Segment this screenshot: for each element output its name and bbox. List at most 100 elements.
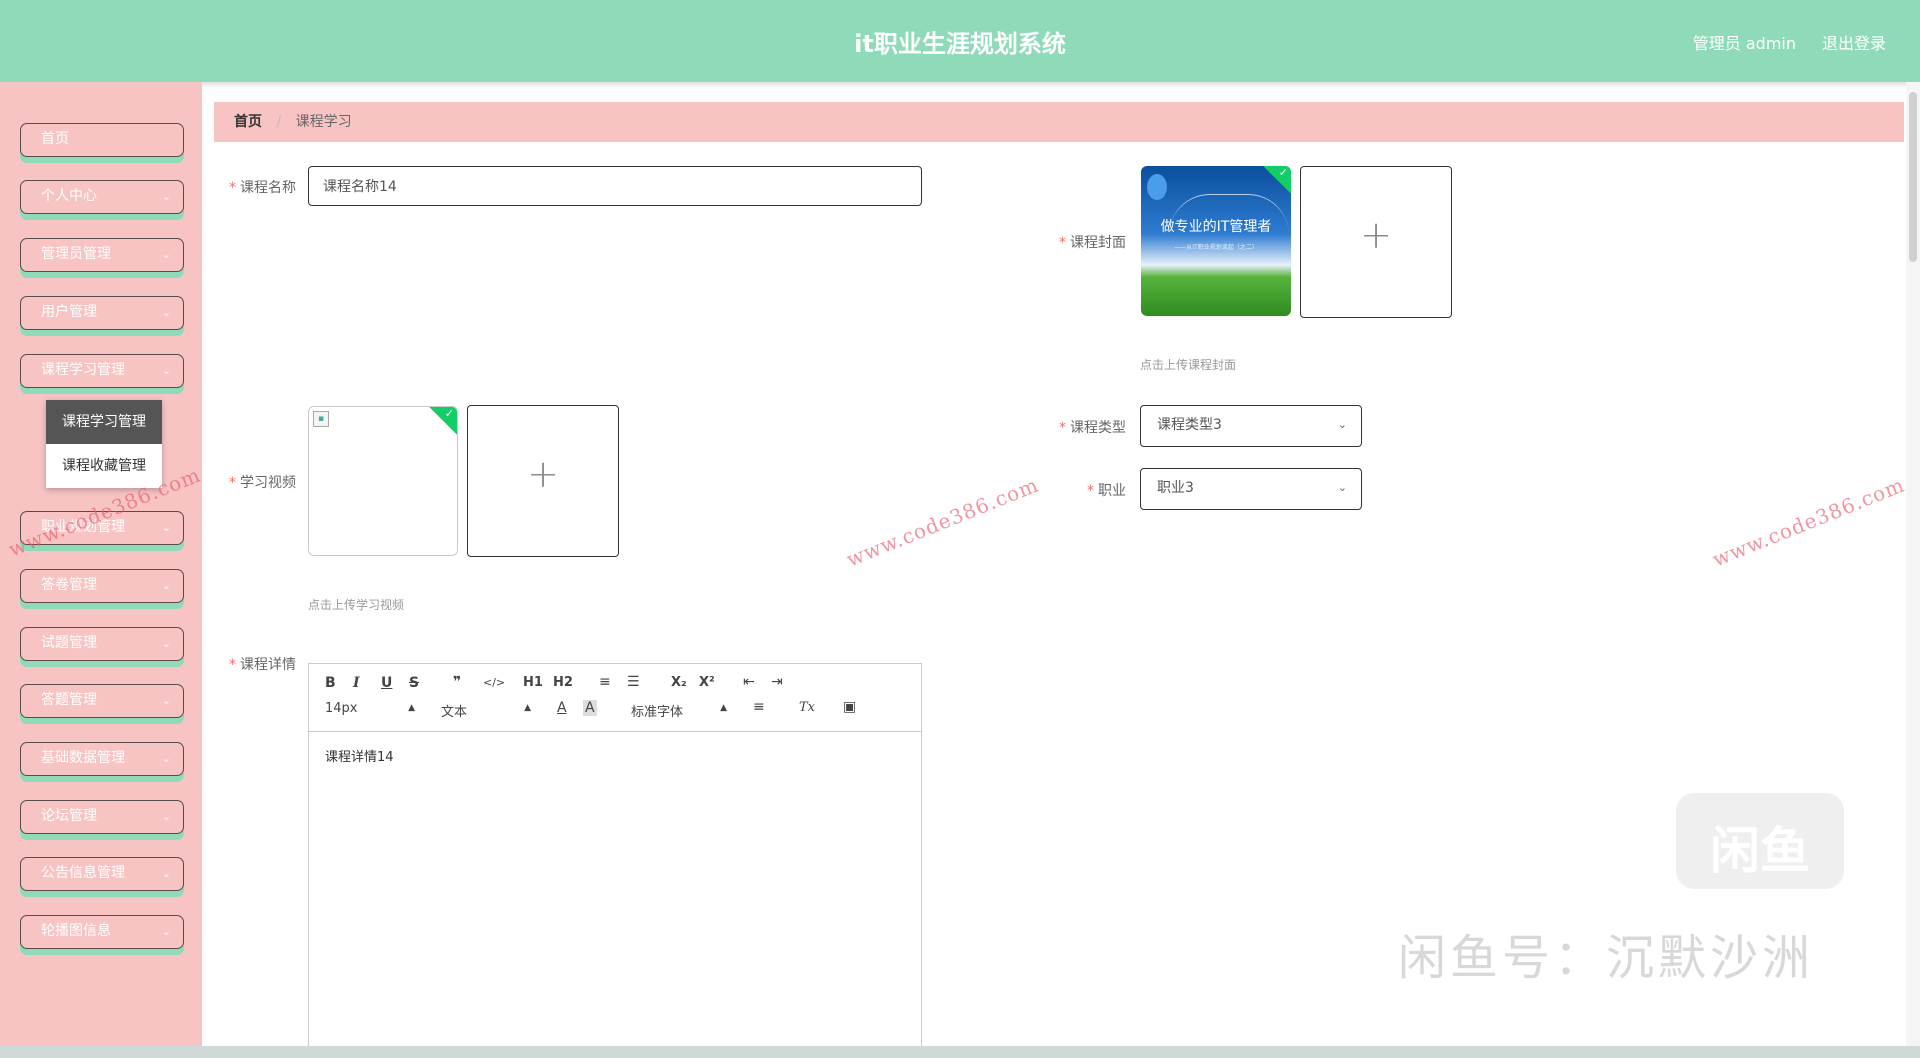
logout-link[interactable]: 退出登录 xyxy=(1822,30,1886,54)
strike-button[interactable]: S xyxy=(409,675,419,691)
indent-increase-icon[interactable]: ⇥ xyxy=(771,674,783,690)
sidebar-item-label: 课程学习管理 xyxy=(41,362,125,378)
cover-upload-hint: 点击上传课程封面 xyxy=(1140,358,1237,372)
superscript-button[interactable]: X² xyxy=(699,675,715,690)
background-color-icon[interactable]: A xyxy=(583,700,597,716)
course-type-label: * 课程类型 xyxy=(1059,420,1126,436)
bullet-list-icon[interactable]: ☰ xyxy=(627,674,640,690)
sidebar-item-questions[interactable]: 试题管理 ⌄ xyxy=(20,627,184,661)
chevron-down-icon: ⌄ xyxy=(1337,481,1347,494)
indent-decrease-icon[interactable]: ⇤ xyxy=(743,674,755,690)
submenu-item-course-study-manage[interactable]: 课程学习管理 xyxy=(46,400,162,444)
sidebar-item-answers[interactable]: 答题管理 ⌄ xyxy=(20,684,184,718)
sidebar-item-label: 基础数据管理 xyxy=(41,750,125,766)
page-scrollbar[interactable] xyxy=(1906,82,1920,1046)
sidebar-item-label: 答题管理 xyxy=(41,692,97,708)
course-type-value: 课程类型3 xyxy=(1157,417,1222,433)
required-mark: * xyxy=(229,657,236,673)
app-title: it职业生涯规划系统 xyxy=(854,30,1066,58)
ordered-list-icon[interactable]: ≡ xyxy=(599,674,611,690)
career-select[interactable]: 职业3 ⌄ xyxy=(1140,468,1362,510)
sidebar-item-notices[interactable]: 公告信息管理 ⌄ xyxy=(20,857,184,891)
plus-icon: + xyxy=(527,452,559,496)
clean-format-icon[interactable]: Tx xyxy=(799,700,815,715)
scrollbar-thumb[interactable] xyxy=(1909,92,1917,262)
editor-content[interactable]: 课程详情14 xyxy=(325,746,394,765)
sidebar: 首页 个人中心 ⌄ 管理员管理 ⌄ 用户管理 ⌄ 课程学习管理 ⌄ 职业规划管理… xyxy=(0,82,202,1046)
breadcrumb-home[interactable]: 首页 xyxy=(234,114,262,130)
editor-toolbar: B I U S ❞ </> H1 H2 ≡ ☰ X₂ X² ⇤ ⇥ 14px ▲… xyxy=(309,664,921,732)
sidebar-item-answer-sheet[interactable]: 答卷管理 ⌄ xyxy=(20,569,184,603)
chevron-down-icon: ⌄ xyxy=(1337,418,1347,431)
chevron-down-icon: ⌄ xyxy=(161,867,171,880)
plus-icon: + xyxy=(1360,213,1392,257)
cover-upload-button[interactable]: + xyxy=(1300,166,1452,318)
underline-button[interactable]: U xyxy=(381,675,392,691)
heading2-button[interactable]: H2 xyxy=(553,675,573,690)
os-taskbar xyxy=(0,1046,1920,1058)
font-color-icon[interactable]: A xyxy=(557,700,567,716)
required-mark: * xyxy=(1059,420,1066,436)
submenu-item-course-favorites[interactable]: 课程收藏管理 xyxy=(46,444,162,488)
sidebar-item-label: 管理员管理 xyxy=(41,246,111,262)
breadcrumb: 首页 / 课程学习 xyxy=(214,102,1904,142)
chevron-down-icon: ⌄ xyxy=(161,248,171,261)
required-mark: * xyxy=(1059,235,1066,251)
image-icon[interactable]: ▣ xyxy=(843,699,856,715)
align-icon[interactable]: ≡ xyxy=(753,699,765,715)
header-picker[interactable]: 文本 ▲︎ xyxy=(441,701,531,720)
blockquote-icon[interactable]: ❞ xyxy=(453,674,461,690)
code-block-icon[interactable]: </> xyxy=(483,676,505,689)
cover-image-title: 做专业的IT管理者 xyxy=(1160,219,1272,235)
sidebar-item-label: 首页 xyxy=(41,131,69,147)
font-family-picker[interactable]: 标准字体 ▲︎ xyxy=(631,701,727,720)
font-size-picker[interactable]: 14px ▲︎ xyxy=(325,701,415,716)
chevron-down-icon: ⌄ xyxy=(161,579,171,592)
sidebar-item-admin[interactable]: 管理员管理 ⌄ xyxy=(20,238,184,272)
upload-success-check-icon: ✓ xyxy=(429,407,457,435)
breadcrumb-current: 课程学习 xyxy=(295,114,352,130)
video-upload-button[interactable]: + xyxy=(467,405,619,557)
rich-text-editor[interactable]: B I U S ❞ </> H1 H2 ≡ ☰ X₂ X² ⇤ ⇥ 14px ▲… xyxy=(308,663,922,1058)
course-detail-label: * 课程详情 xyxy=(229,657,296,673)
study-video-thumbnail[interactable]: ▪ ✓ xyxy=(308,406,458,556)
required-mark: * xyxy=(229,180,236,196)
course-cover-thumbnail[interactable]: 做专业的IT管理者 ——从IT职业规划谈起（之二） ✓ xyxy=(1141,166,1291,316)
chevron-down-icon: ⌄ xyxy=(161,752,171,765)
broken-image-icon: ▪ xyxy=(313,411,329,427)
italic-button[interactable]: I xyxy=(353,675,360,691)
cover-image-subtitle: ——从IT职业规划谈起（之二） xyxy=(1174,244,1258,251)
sidebar-item-label: 个人中心 xyxy=(41,188,97,204)
bold-button[interactable]: B xyxy=(325,675,336,691)
sidebar-item-label: 试题管理 xyxy=(41,635,97,651)
sidebar-item-forum[interactable]: 论坛管理 ⌄ xyxy=(20,800,184,834)
course-cover-label: * 课程封面 xyxy=(1059,235,1126,251)
current-user-label: 管理员 admin xyxy=(1692,34,1796,53)
heading1-button[interactable]: H1 xyxy=(523,675,543,690)
sidebar-item-home[interactable]: 首页 xyxy=(20,123,184,157)
sidebar-item-label: 论坛管理 xyxy=(41,808,97,824)
updown-icon: ▲︎ xyxy=(408,703,415,713)
sidebar-item-base-data[interactable]: 基础数据管理 ⌄ xyxy=(20,742,184,776)
sidebar-item-label: 用户管理 xyxy=(41,304,97,320)
sidebar-item-course-study[interactable]: 课程学习管理 ⌄ xyxy=(20,354,184,388)
breadcrumb-separator: / xyxy=(276,114,282,130)
career-value: 职业3 xyxy=(1157,480,1194,496)
video-upload-hint: 点击上传学习视频 xyxy=(308,598,405,612)
watermark-text: www.code386.com xyxy=(842,472,1043,572)
subscript-button[interactable]: X₂ xyxy=(671,675,687,690)
course-name-label: * 课程名称 xyxy=(229,180,296,196)
required-mark: * xyxy=(1087,483,1094,499)
sidebar-item-label: 轮播图信息 xyxy=(41,923,111,939)
chevron-down-icon: ⌄ xyxy=(161,694,171,707)
updown-icon: ▲︎ xyxy=(524,703,531,713)
course-name-input[interactable] xyxy=(308,166,922,206)
chevron-down-icon: ⌄ xyxy=(161,810,171,823)
sidebar-item-carousel[interactable]: 轮播图信息 ⌄ xyxy=(20,915,184,949)
watermark-text: www.code386.com xyxy=(1708,472,1909,572)
top-header: it职业生涯规划系统 管理员 admin 退出登录 xyxy=(0,0,1920,82)
sidebar-item-profile[interactable]: 个人中心 ⌄ xyxy=(20,180,184,214)
course-type-select[interactable]: 课程类型3 ⌄ xyxy=(1140,405,1362,447)
sidebar-item-label: 答卷管理 xyxy=(41,577,97,593)
sidebar-item-users[interactable]: 用户管理 ⌄ xyxy=(20,296,184,330)
